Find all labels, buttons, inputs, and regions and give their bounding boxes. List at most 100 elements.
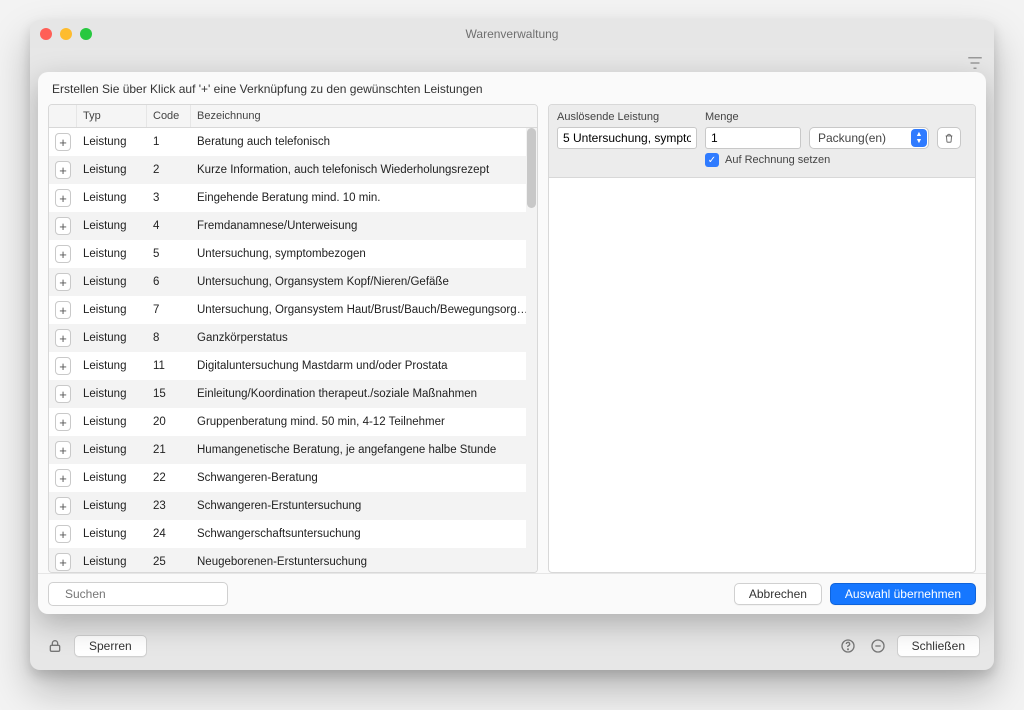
qty-label: Menge: [705, 111, 801, 123]
col-code[interactable]: Code: [147, 105, 191, 127]
table-row[interactable]: + Leistung5Untersuchung, symptombezogen: [49, 240, 537, 268]
table-row[interactable]: + Leistung8Ganzkörperstatus: [49, 324, 537, 352]
table-row[interactable]: +Leistung2Kurze Information, auch telefo…: [49, 156, 537, 184]
qty-input[interactable]: [705, 127, 801, 149]
close-button[interactable]: Schließen: [897, 635, 980, 657]
trigger-panel: Auslösende Leistung Menge Packung(en) ▲▼: [548, 104, 976, 573]
minus-circle-icon[interactable]: [867, 635, 889, 657]
table-row[interactable]: +Leistung21Humangenetische Beratung, je …: [49, 436, 537, 464]
unit-select[interactable]: Packung(en) ▲▼: [809, 127, 929, 149]
cell-code: 4: [147, 215, 191, 237]
cell-code: 3: [147, 187, 191, 209]
table-body[interactable]: +Leistung1Beratung auch telefonisch+Leis…: [49, 128, 537, 572]
trigger-input[interactable]: [557, 127, 697, 149]
add-link-button[interactable]: +: [55, 245, 71, 263]
traffic-lights: [40, 28, 92, 40]
table-row[interactable]: +Leistung15Einleitung/Koordination thera…: [49, 380, 537, 408]
cell-typ: Leistung: [77, 411, 147, 433]
add-link-button[interactable]: +: [55, 357, 71, 375]
table-row[interactable]: +Leistung24Schwangerschaftsuntersuchung: [49, 520, 537, 548]
cell-typ: Leistung: [77, 439, 147, 461]
services-table: Typ Code Bezeichnung +Leistung1Beratung …: [48, 104, 538, 573]
cancel-button[interactable]: Abbrechen: [734, 583, 822, 605]
cell-bezeichnung: Neugeborenen-Erstuntersuchung: [191, 551, 537, 572]
add-link-button[interactable]: +: [55, 553, 71, 571]
help-icon[interactable]: [837, 635, 859, 657]
cell-typ: Leistung: [77, 355, 147, 377]
add-link-button[interactable]: +: [55, 525, 71, 543]
table-row[interactable]: +Leistung4Fremdanamnese/Unterweisung: [49, 212, 537, 240]
cell-typ: Leistung: [77, 327, 147, 349]
minimize-window-icon[interactable]: [60, 28, 72, 40]
search-field[interactable]: [48, 582, 228, 606]
add-link-button[interactable]: +: [55, 497, 71, 515]
scrollbar-track[interactable]: [526, 128, 537, 572]
cell-code: 5: [147, 243, 191, 265]
table-row[interactable]: +Leistung20Gruppenberatung mind. 50 min,…: [49, 408, 537, 436]
table-header: Typ Code Bezeichnung: [49, 105, 537, 128]
trash-icon: [944, 131, 954, 145]
parent-window: Warenverwaltung Sperren Schließen Erstel: [30, 20, 994, 670]
col-typ[interactable]: Typ: [77, 105, 147, 127]
cell-typ: Leistung: [77, 215, 147, 237]
table-row[interactable]: +Leistung25Neugeborenen-Erstuntersuchung: [49, 548, 537, 572]
table-row[interactable]: +Leistung7Untersuchung, Organsystem Haut…: [49, 296, 537, 324]
table-row[interactable]: + Leistung6Untersuchung, Organsystem Kopf…: [49, 268, 537, 296]
cell-typ: Leistung: [77, 243, 147, 265]
cell-bezeichnung: Eingehende Beratung mind. 10 min.: [191, 187, 537, 209]
zoom-window-icon[interactable]: [80, 28, 92, 40]
table-row[interactable]: + Leistung11Digitaluntersuchung Mastdarm …: [49, 352, 537, 380]
cell-typ: Leistung: [77, 187, 147, 209]
cell-code: 6: [147, 271, 191, 293]
add-link-button[interactable]: +: [55, 273, 71, 291]
cell-typ: Leistung: [77, 131, 147, 153]
cell-bezeichnung: Untersuchung, Organsystem Kopf/Nieren/Ge…: [191, 271, 537, 293]
search-input[interactable]: [63, 586, 222, 602]
filter-icon[interactable]: [966, 54, 984, 72]
cell-bezeichnung: Digitaluntersuchung Mastdarm und/oder Pr…: [191, 355, 537, 377]
titlebar: Warenverwaltung: [30, 20, 994, 48]
lock-icon[interactable]: [44, 635, 66, 657]
stepper-arrows-icon: ▲▼: [911, 129, 927, 147]
cell-typ: Leistung: [77, 271, 147, 293]
add-link-button[interactable]: +: [55, 441, 71, 459]
cell-code: 23: [147, 495, 191, 517]
delete-trigger-button[interactable]: [937, 127, 961, 149]
table-row[interactable]: + Leistung1Beratung auch telefonisch: [49, 128, 537, 156]
table-row[interactable]: + Leistung22Schwangeren-Beratung: [49, 464, 537, 492]
table-row[interactable]: +Leistung23Schwangeren-Erstuntersuchung: [49, 492, 537, 520]
cell-bezeichnung: Schwangeren-Beratung: [191, 467, 537, 489]
add-link-button[interactable]: +: [55, 133, 71, 151]
sheet-footer: Abbrechen Auswahl übernehmen: [38, 573, 986, 614]
cell-typ: Leistung: [77, 551, 147, 572]
add-link-button[interactable]: +: [55, 161, 71, 179]
lock-button[interactable]: Sperren: [74, 635, 147, 657]
cell-bezeichnung: Untersuchung, Organsystem Haut/Brust/Bau…: [191, 299, 537, 321]
add-link-button[interactable]: +: [55, 217, 71, 235]
add-link-button[interactable]: +: [55, 413, 71, 431]
add-link-button[interactable]: +: [55, 329, 71, 347]
add-link-button[interactable]: +: [55, 469, 71, 487]
cell-code: 2: [147, 159, 191, 181]
link-services-sheet: Erstellen Sie über Klick auf '+' eine Ve…: [38, 72, 986, 614]
add-link-button[interactable]: +: [55, 189, 71, 207]
cell-code: 7: [147, 299, 191, 321]
cell-code: 11: [147, 355, 191, 377]
cell-bezeichnung: Kurze Information, auch telefonisch Wied…: [191, 159, 537, 181]
scrollbar-thumb[interactable]: [527, 128, 536, 208]
cell-code: 8: [147, 327, 191, 349]
table-row[interactable]: + Leistung3Eingehende Beratung mind. 10 m…: [49, 184, 537, 212]
cell-code: 1: [147, 131, 191, 153]
add-link-button[interactable]: +: [55, 385, 71, 403]
cell-code: 22: [147, 467, 191, 489]
cell-bezeichnung: Ganzkörperstatus: [191, 327, 537, 349]
cell-bezeichnung: Untersuchung, symptombezogen: [191, 243, 537, 265]
on-invoice-checkbox[interactable]: ✓: [705, 153, 719, 167]
cell-bezeichnung: Beratung auch telefonisch: [191, 131, 537, 153]
close-window-icon[interactable]: [40, 28, 52, 40]
accept-button[interactable]: Auswahl übernehmen: [830, 583, 976, 605]
cell-typ: Leistung: [77, 495, 147, 517]
col-bezeichnung[interactable]: Bezeichnung: [191, 105, 537, 127]
add-link-button[interactable]: +: [55, 301, 71, 319]
cell-typ: Leistung: [77, 467, 147, 489]
